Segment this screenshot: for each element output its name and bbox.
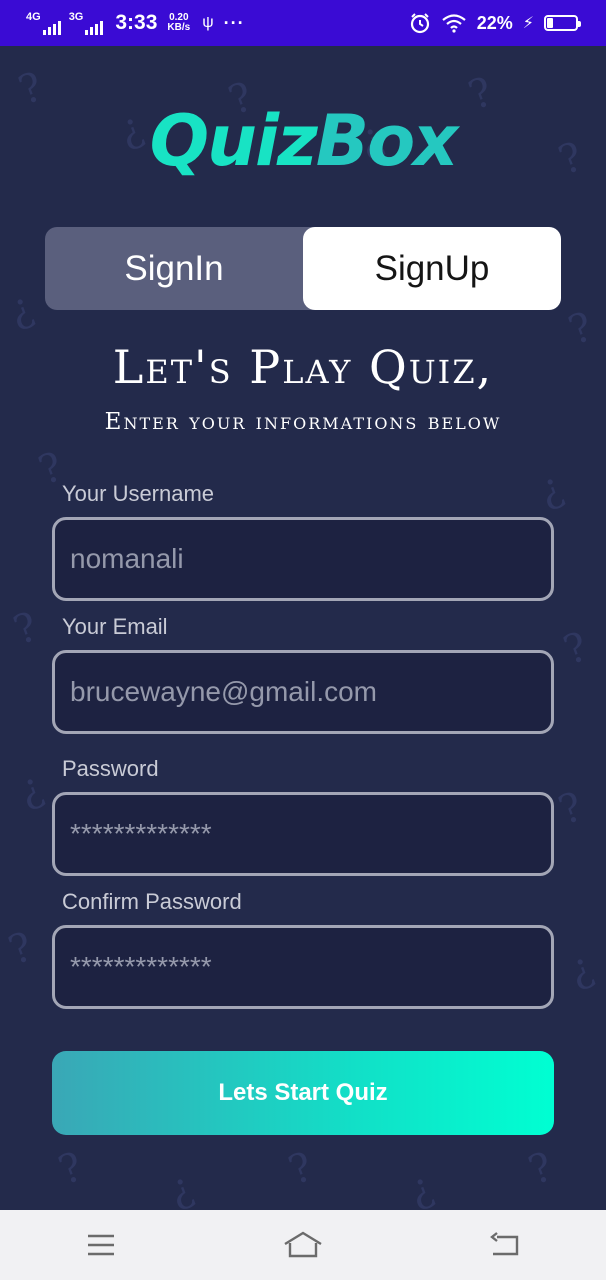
confirm-password-label: Confirm Password [62, 889, 242, 914]
app-logo: QuizBox [0, 100, 606, 182]
back-icon[interactable] [475, 1220, 535, 1270]
speed-unit: KB/s [167, 22, 191, 33]
system-nav-bar [0, 1210, 606, 1280]
page-title: Let's Play Quiz, [112, 340, 494, 394]
confirm-password-field[interactable]: ************* [52, 925, 554, 1009]
password-label: Password [62, 756, 159, 781]
username-label: Your Username [62, 481, 215, 506]
tab-signup[interactable]: SignUp [303, 227, 561, 310]
more-dots-icon: ··· [223, 12, 245, 33]
clock: 3:33 [115, 11, 158, 34]
alarm-icon [410, 13, 429, 34]
battery-icon [544, 15, 581, 31]
logo-part-quiz: Quiz [149, 100, 318, 182]
page-subtitle: Enter your informations below [104, 409, 502, 435]
status-left: 4G 3G 3:33 0.20 KB/s ψ ··· [26, 11, 245, 35]
tab-signin[interactable]: SignIn [45, 227, 303, 310]
network-type-label: 4G [26, 10, 41, 23]
usb-icon: ψ [202, 14, 214, 31]
email-label: Your Email [62, 614, 168, 639]
menu-icon[interactable] [71, 1220, 131, 1270]
username-field[interactable]: nomanali [52, 517, 554, 601]
status-bar: 4G 3G 3:33 0.20 KB/s ψ ··· 22% ⚡ [0, 0, 606, 46]
lightning-icon: ⚡ [522, 15, 534, 32]
network-3g-signal-icon: 3G [68, 10, 104, 35]
password-field[interactable]: ************* [52, 792, 554, 876]
network-4g-signal-icon: 4G [26, 10, 61, 35]
battery-percent: 22% [476, 12, 513, 33]
start-quiz-button[interactable]: Lets Start Quiz [52, 1051, 554, 1135]
status-right: 22% ⚡ [409, 12, 581, 34]
battery-fill [547, 18, 554, 28]
logo-part-box: Box [315, 100, 459, 182]
network-type-label: 3G [68, 10, 84, 23]
wifi-icon [442, 14, 466, 33]
network-speed: 0.20 KB/s [167, 13, 190, 33]
auth-tabs: SignIn SignUp [45, 227, 561, 310]
home-icon[interactable] [273, 1220, 333, 1270]
email-field[interactable]: brucewayne@gmail.com [52, 650, 554, 734]
